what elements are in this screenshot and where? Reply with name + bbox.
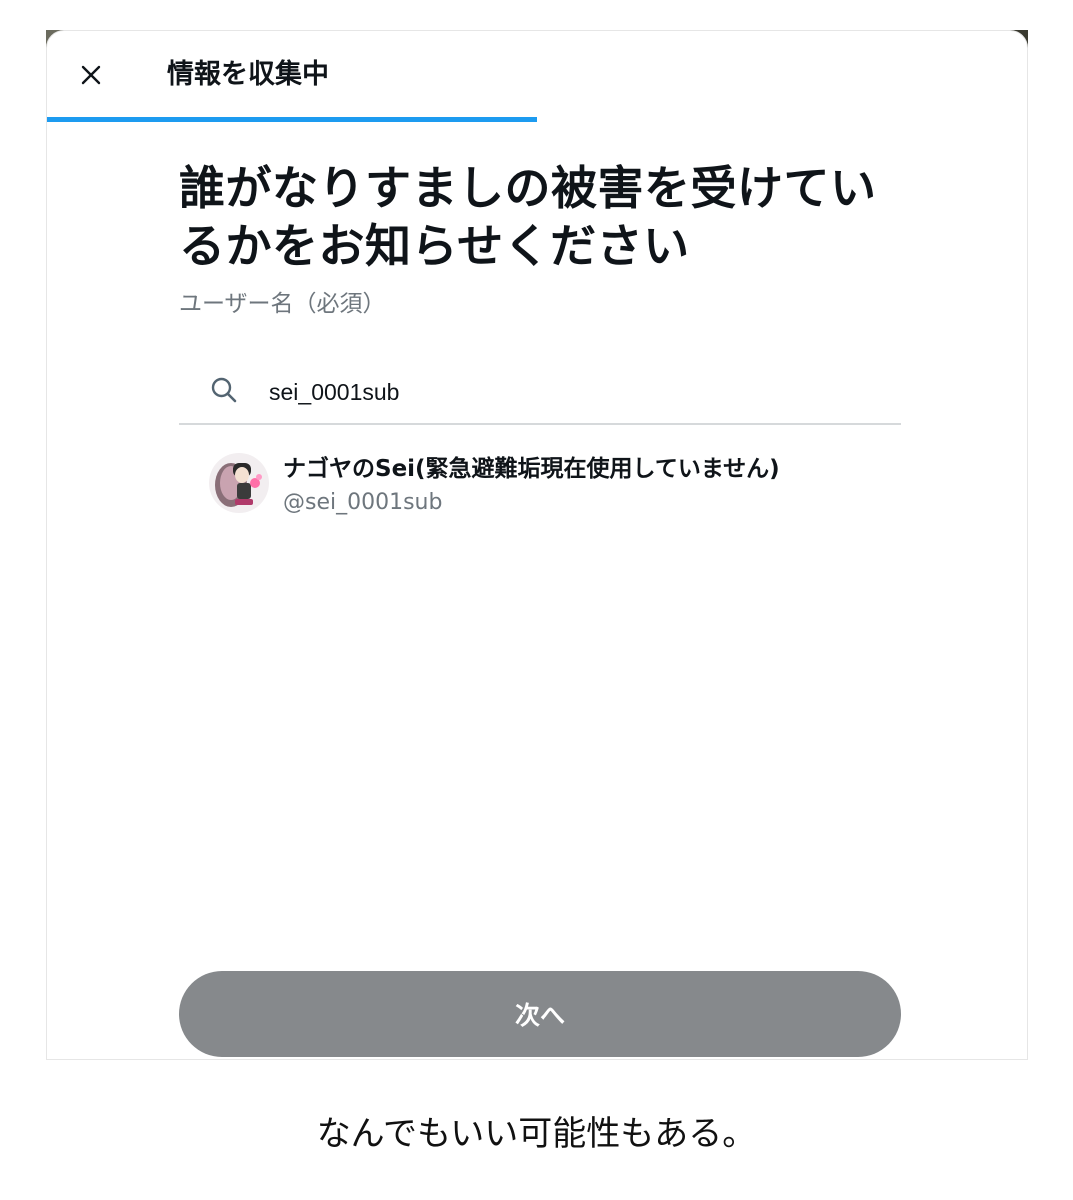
username-field-label: ユーザー名（必須） (179, 291, 386, 317)
search-icon (211, 377, 237, 403)
close-button[interactable] (71, 55, 111, 95)
username-search (179, 361, 901, 425)
page-heading: 誰がなりすましの被害を受けているかをお知らせください (179, 161, 877, 273)
post-caption: なんでもいい可能性もある。 (316, 1114, 757, 1154)
progress-fill (47, 117, 537, 122)
avatar-image (209, 453, 269, 513)
close-icon (81, 65, 101, 85)
screenshot: 情報を収集中 誰がなりすましの被害を受けているかをお知らせください ユーザー名（… (0, 0, 1073, 1200)
dialog-title: 情報を収集中 (167, 59, 329, 90)
progress-bar (47, 117, 1027, 122)
search-input[interactable] (269, 375, 869, 409)
result-display-name: ナゴヤのSei(緊急避難垢現在使用していません) (283, 456, 780, 482)
next-button[interactable]: 次へ (179, 971, 901, 1057)
result-username: @sei_0001sub (283, 490, 443, 515)
user-result-item[interactable]: ナゴヤのSei(緊急避難垢現在使用していません) @sei_0001sub (179, 441, 901, 531)
dialog-header: 情報を収集中 (47, 31, 1027, 119)
report-dialog: 情報を収集中 誰がなりすましの被害を受けているかをお知らせください ユーザー名（… (46, 30, 1028, 1060)
avatar (209, 453, 269, 513)
